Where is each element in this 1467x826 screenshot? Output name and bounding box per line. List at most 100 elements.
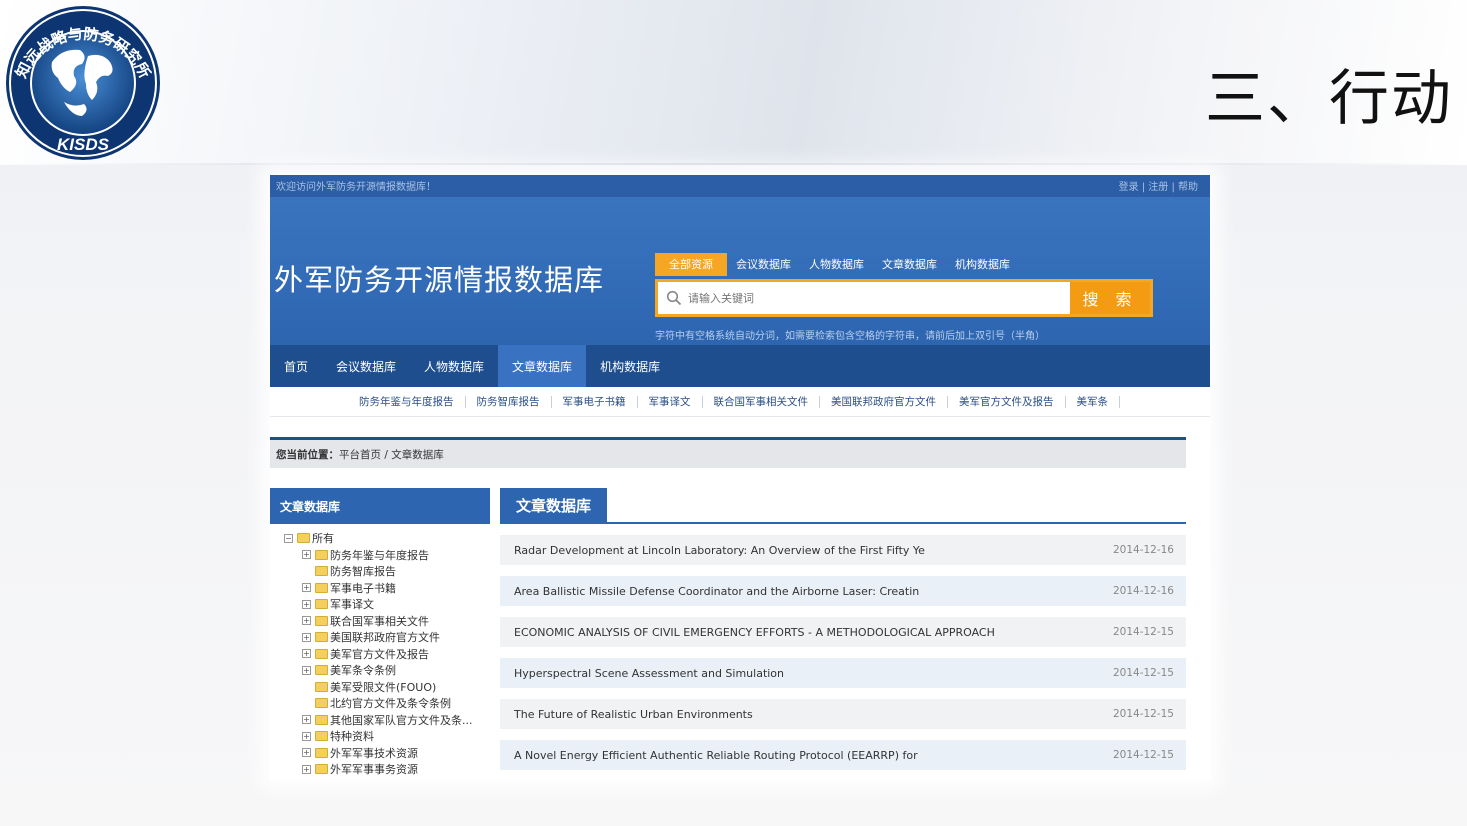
search-tab-conference[interactable]: 会议数据库: [727, 253, 800, 276]
breadcrumb-path[interactable]: 平台首页 / 文章数据库: [339, 447, 444, 462]
tree-node[interactable]: + 其他国家军队官方文件及条...: [284, 712, 490, 729]
tree-node-label: 北约官方文件及条令条例: [330, 697, 451, 711]
search-button[interactable]: 搜 索: [1070, 282, 1150, 314]
panel-header: 文章数据库: [500, 488, 1186, 524]
tree-node[interactable]: + 联合国军事相关文件: [284, 613, 490, 630]
expand-icon[interactable]: +: [302, 616, 311, 626]
sub-nav: 防务年鉴与年度报告 防务智库报告 军事电子书籍 军事译文 联合国军事相关文件 美…: [270, 387, 1210, 417]
search-tab-people[interactable]: 人物数据库: [800, 253, 873, 276]
tree-node[interactable]: 美军受限文件(FOUO): [284, 679, 490, 696]
category-tree: − 所有 + 防务年鉴与年度报告 防务智库报告 + 军事电子书籍 + 军事译文 + 联合国军事相…: [270, 524, 490, 778]
tree-node-label: 美国联邦政府官方文件: [330, 631, 440, 645]
tree-node-label: 防务年鉴与年度报告: [330, 548, 429, 562]
search-bar: 搜 索: [655, 279, 1153, 317]
expand-icon[interactable]: +: [302, 731, 311, 741]
search-tab-all[interactable]: 全部资源: [655, 253, 727, 276]
search-tab-institution[interactable]: 机构数据库: [946, 253, 1019, 276]
subnav-item[interactable]: 美国联邦政府官方文件: [820, 395, 948, 408]
tree-node-label: 外军军事技术资源: [330, 746, 418, 760]
article-row[interactable]: A Novel Energy Efficient Authentic Relia…: [500, 740, 1186, 770]
subnav-item[interactable]: 联合国军事相关文件: [703, 395, 820, 408]
article-list: Radar Development at Lincoln Laboratory:…: [500, 535, 1186, 770]
tree-node[interactable]: + 美军条令条例: [284, 662, 490, 679]
logo-text-bottom: KISDS: [57, 135, 110, 154]
search-input[interactable]: [688, 291, 1048, 305]
article-row[interactable]: Radar Development at Lincoln Laboratory:…: [500, 535, 1186, 565]
tree-node[interactable]: + 防务年鉴与年度报告: [284, 547, 490, 564]
article-title[interactable]: Area Ballistic Missile Defense Coordinat…: [514, 585, 919, 598]
folder-icon: [315, 731, 328, 742]
search-icon: [666, 290, 682, 306]
tree-root-label: 所有: [312, 532, 334, 546]
article-row[interactable]: Hyperspectral Scene Assessment and Simul…: [500, 658, 1186, 688]
subnav-item[interactable]: 防务智库报告: [466, 395, 552, 408]
expand-icon[interactable]: +: [302, 715, 311, 725]
subnav-item[interactable]: 美军条: [1066, 395, 1120, 408]
expand-icon[interactable]: +: [302, 748, 311, 758]
expand-icon[interactable]: +: [302, 599, 311, 609]
tree-node-label: 美军官方文件及报告: [330, 647, 429, 661]
nav-people-db[interactable]: 人物数据库: [410, 345, 498, 387]
tree-node-label: 军事电子书籍: [330, 581, 396, 595]
subnav-item[interactable]: 美军官方文件及报告: [948, 395, 1066, 408]
website-screenshot: 欢迎访问外军防务开源情报数据库！ 登录 | 注册 | 帮助 外军防务开源情报数据…: [270, 175, 1210, 780]
tree-root[interactable]: − 所有: [284, 530, 490, 547]
main-nav: 首页 会议数据库 人物数据库 文章数据库 机构数据库: [270, 345, 1210, 387]
panel-title: 文章数据库: [500, 488, 608, 524]
login-links[interactable]: 登录 | 注册 | 帮助: [1119, 178, 1198, 193]
article-date: 2014-12-15: [1112, 749, 1174, 761]
tree-node[interactable]: + 军事译文: [284, 596, 490, 613]
tree-node-label: 美军条令条例: [330, 664, 396, 678]
article-title[interactable]: Hyperspectral Scene Assessment and Simul…: [514, 667, 784, 680]
article-title[interactable]: The Future of Realistic Urban Environmen…: [514, 708, 753, 721]
subnav-item[interactable]: 防务年鉴与年度报告: [348, 395, 466, 408]
search-tab-article[interactable]: 文章数据库: [873, 253, 946, 276]
folder-icon: [315, 714, 328, 725]
folder-icon: [297, 533, 310, 544]
folder-icon: [315, 582, 328, 593]
article-title[interactable]: Radar Development at Lincoln Laboratory:…: [514, 544, 925, 557]
article-date: 2014-12-15: [1112, 708, 1174, 720]
tree-node-label: 防务智库报告: [330, 565, 396, 579]
expand-icon[interactable]: +: [302, 649, 311, 659]
article-row[interactable]: ECONOMIC ANALYSIS OF CIVIL EMERGENCY EFF…: [500, 617, 1186, 647]
tree-node-label: 特种资料: [330, 730, 374, 744]
nav-institution-db[interactable]: 机构数据库: [586, 345, 674, 387]
subnav-item[interactable]: 军事电子书籍: [552, 395, 638, 408]
folder-icon: [315, 549, 328, 560]
expand-icon[interactable]: +: [302, 632, 311, 642]
folder-icon: [315, 632, 328, 643]
article-title[interactable]: A Novel Energy Efficient Authentic Relia…: [514, 749, 918, 762]
expand-icon[interactable]: +: [302, 583, 311, 593]
site-title: 外军防务开源情报数据库: [274, 263, 605, 297]
nav-home[interactable]: 首页: [270, 345, 322, 387]
subnav-item[interactable]: 军事译文: [638, 395, 703, 408]
collapse-icon[interactable]: −: [284, 533, 293, 543]
article-date: 2014-12-15: [1112, 667, 1174, 679]
content-area: 文章数据库 − 所有 + 防务年鉴与年度报告 防务智库报告 + 军事电子书籍 + 军事译文 +…: [270, 488, 1210, 778]
sidebar-title: 文章数据库: [270, 488, 490, 524]
article-title[interactable]: ECONOMIC ANALYSIS OF CIVIL EMERGENCY EFF…: [514, 626, 995, 639]
article-row[interactable]: Area Ballistic Missile Defense Coordinat…: [500, 576, 1186, 606]
nav-conference-db[interactable]: 会议数据库: [322, 345, 410, 387]
tree-node[interactable]: + 美军官方文件及报告: [284, 646, 490, 663]
nav-article-db[interactable]: 文章数据库: [498, 345, 587, 387]
tree-node[interactable]: + 特种资料: [284, 728, 490, 745]
folder-icon: [315, 615, 328, 626]
breadcrumb-label: 您当前位置：: [276, 448, 339, 461]
site-topbar: 欢迎访问外军防务开源情报数据库！ 登录 | 注册 | 帮助: [270, 175, 1210, 197]
tree-node[interactable]: + 军事电子书籍: [284, 580, 490, 597]
tree-node[interactable]: 北约官方文件及条令条例: [284, 695, 490, 712]
article-date: 2014-12-16: [1112, 544, 1174, 556]
expand-icon[interactable]: +: [302, 764, 311, 774]
folder-icon: [315, 698, 328, 709]
expand-icon[interactable]: +: [302, 550, 311, 560]
tree-node[interactable]: + 外军军事技术资源: [284, 745, 490, 762]
tree-node[interactable]: + 美国联邦政府官方文件: [284, 629, 490, 646]
tree-node[interactable]: 防务智库报告: [284, 563, 490, 580]
article-row[interactable]: The Future of Realistic Urban Environmen…: [500, 699, 1186, 729]
expand-icon[interactable]: +: [302, 665, 311, 675]
tree-node[interactable]: + 外军军事事务资源: [284, 761, 490, 778]
